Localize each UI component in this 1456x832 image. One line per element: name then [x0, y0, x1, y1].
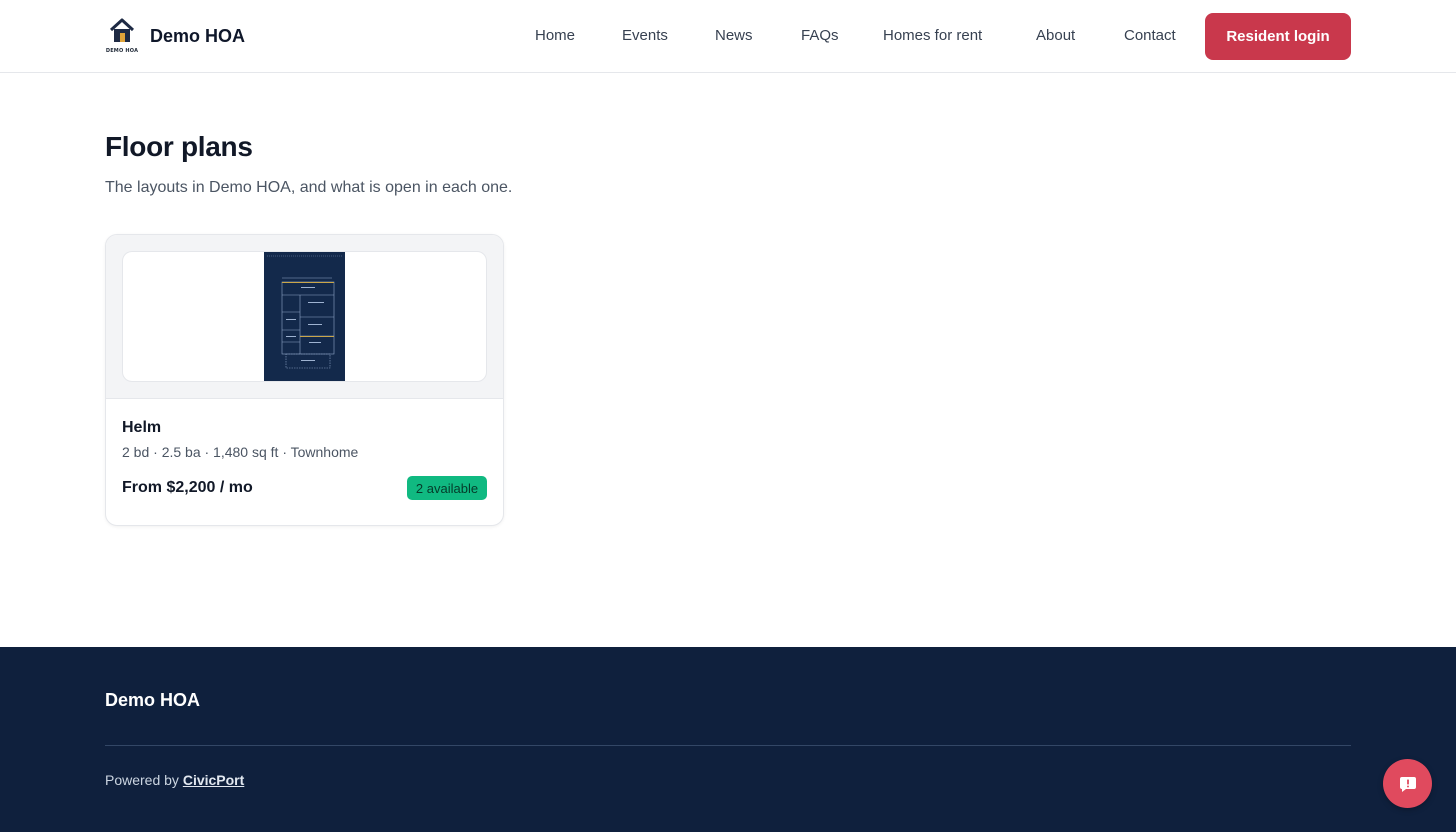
floor-plan-image — [264, 252, 345, 381]
footer-divider — [105, 745, 1351, 746]
plan-price: From $2,200 / mo — [122, 479, 253, 496]
floor-plan-image-frame — [122, 251, 487, 382]
feedback-button[interactable] — [1383, 759, 1432, 808]
nav-home[interactable]: Home — [535, 27, 575, 44]
nav-events[interactable]: Events — [622, 27, 668, 44]
footer-brand-name: Demo HOA — [105, 690, 201, 710]
feedback-icon — [1399, 776, 1416, 792]
nav-news[interactable]: News — [715, 27, 753, 44]
nav-homes-for-rent[interactable]: Homes for rent — [883, 27, 982, 44]
resident-login-button[interactable]: Resident login — [1205, 13, 1351, 60]
nav-faqs[interactable]: FAQs — [801, 27, 839, 44]
powered-by: Powered by CivicPort — [105, 772, 244, 788]
plan-name: Helm — [122, 419, 162, 436]
civicport-link[interactable]: CivicPort — [183, 772, 244, 788]
site-header: DEMO HOA Demo HOA Home Events News FAQs … — [0, 0, 1456, 73]
nav-contact[interactable]: Contact — [1124, 27, 1176, 44]
nav-about[interactable]: About — [1036, 27, 1075, 44]
availability-badge: 2 available — [407, 476, 487, 500]
floor-plan-card[interactable]: Helm 2 bd · 2.5 ba · 1,480 sq ft · Townh… — [105, 234, 504, 526]
plan-details: 2 bd · 2.5 ba · 1,480 sq ft · Townhome — [122, 444, 359, 460]
page-title: Floor plans — [105, 131, 253, 162]
page-subtitle: The layouts in Demo HOA, and what is ope… — [105, 179, 513, 196]
powered-by-prefix: Powered by — [105, 772, 183, 788]
card-media — [106, 235, 503, 399]
site-footer: Demo HOA Powered by CivicPort — [0, 647, 1456, 832]
